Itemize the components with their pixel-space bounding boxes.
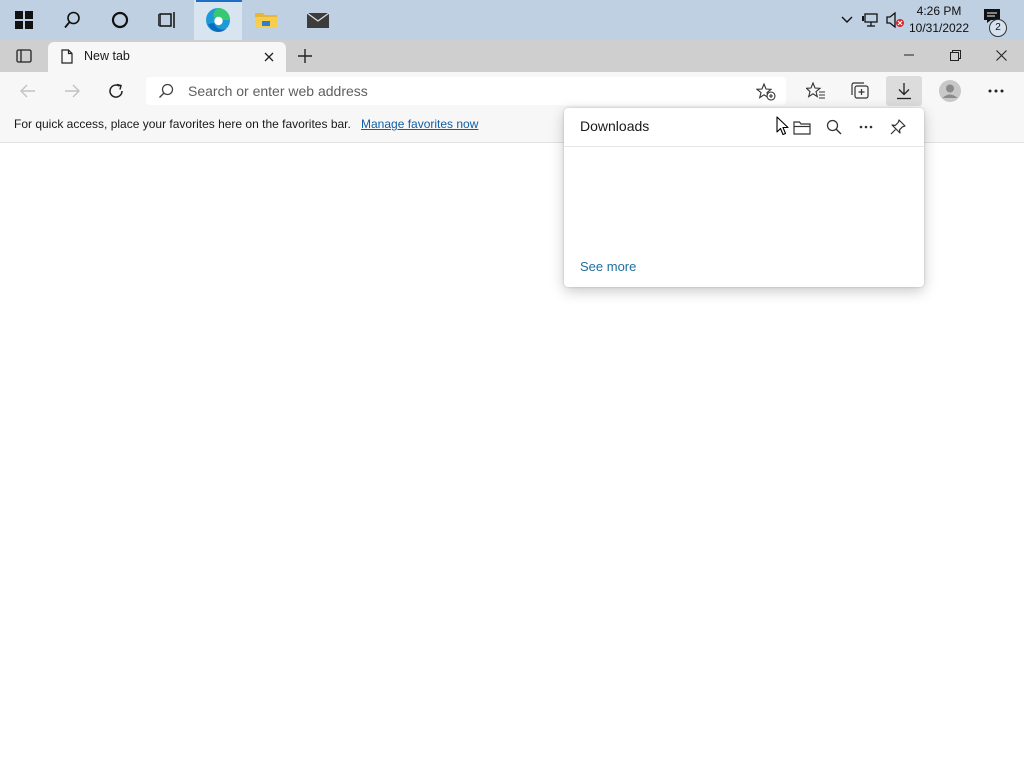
downloads-more-options-button[interactable] xyxy=(852,114,880,140)
chevron-up-icon xyxy=(841,16,853,23)
restore-icon xyxy=(949,49,961,61)
file-explorer-button[interactable] xyxy=(242,0,290,40)
system-clock[interactable]: 4:26 PM 10/31/2022 xyxy=(905,3,973,37)
search-icon xyxy=(64,11,80,29)
downloads-button[interactable] xyxy=(886,76,922,106)
edge-taskbar-button[interactable] xyxy=(194,0,242,40)
settings-more-button[interactable] xyxy=(980,76,1012,106)
tab-actions-button[interactable] xyxy=(10,46,38,66)
tab-title: New tab xyxy=(84,49,130,63)
cortana-ring-icon xyxy=(111,11,129,29)
clock-time: 4:26 PM xyxy=(916,4,962,18)
avatar-icon xyxy=(939,80,961,102)
tab-new-tab[interactable]: New tab xyxy=(48,42,286,72)
address-placeholder: Search or enter web address xyxy=(188,83,368,99)
task-view-button[interactable] xyxy=(144,0,192,40)
taskbar-search-button[interactable] xyxy=(48,0,96,40)
favorites-bar-hint: For quick access, place your favorites h… xyxy=(14,117,351,131)
minimize-icon xyxy=(904,54,914,56)
manage-favorites-link[interactable]: Manage favorites now xyxy=(361,117,478,131)
start-button[interactable] xyxy=(0,0,48,40)
page-icon xyxy=(61,49,73,64)
open-downloads-folder-button[interactable] xyxy=(788,114,816,140)
collections-icon xyxy=(851,82,869,99)
windows-logo-icon xyxy=(15,11,33,29)
network-icon xyxy=(862,13,878,27)
close-tab-button[interactable] xyxy=(260,49,278,65)
network-tray-button[interactable] xyxy=(860,0,882,40)
back-button[interactable] xyxy=(12,76,44,106)
mail-icon xyxy=(306,12,330,28)
folder-icon xyxy=(793,120,811,135)
pin-icon xyxy=(890,119,906,135)
edge-icon xyxy=(206,8,230,32)
plus-icon xyxy=(298,49,312,63)
active-app-indicator xyxy=(196,0,242,2)
add-favorite-button[interactable] xyxy=(754,81,778,103)
restore-button[interactable] xyxy=(932,40,978,70)
downloads-panel: Downloads See more xyxy=(564,108,924,287)
profile-button[interactable] xyxy=(934,76,966,106)
notification-count-badge: 2 xyxy=(989,19,1007,37)
ellipsis-icon xyxy=(859,125,873,129)
download-icon xyxy=(897,83,911,100)
refresh-button[interactable] xyxy=(100,76,132,106)
folder-icon xyxy=(255,13,277,28)
search-icon xyxy=(826,119,842,135)
taskbar: 4:26 PM 10/31/2022 2 xyxy=(0,0,1024,40)
favorites-list-icon xyxy=(806,82,825,99)
refresh-icon xyxy=(109,83,123,98)
task-view-icon xyxy=(158,12,175,28)
show-hidden-icons-button[interactable] xyxy=(838,0,856,40)
tab-actions-icon xyxy=(16,49,32,63)
arrow-left-icon xyxy=(20,84,35,98)
pin-downloads-button[interactable] xyxy=(884,114,912,140)
see-more-link[interactable]: See more xyxy=(580,259,636,274)
arrow-right-icon xyxy=(65,84,80,98)
search-downloads-button[interactable] xyxy=(820,114,848,140)
star-add-icon xyxy=(756,83,776,101)
favorites-button[interactable] xyxy=(800,76,832,106)
close-icon xyxy=(264,52,274,62)
collections-button[interactable] xyxy=(844,76,876,106)
minimize-button[interactable] xyxy=(886,40,932,70)
close-icon xyxy=(995,49,1007,61)
mouse-cursor-icon xyxy=(776,116,789,136)
ellipsis-icon xyxy=(988,89,1004,93)
downloads-divider xyxy=(564,146,924,147)
downloads-title: Downloads xyxy=(580,118,650,134)
forward-button[interactable] xyxy=(56,76,88,106)
search-icon xyxy=(159,83,174,98)
volume-muted-icon xyxy=(886,12,904,28)
mail-button[interactable] xyxy=(294,0,342,40)
clock-date: 10/31/2022 xyxy=(908,21,970,35)
address-bar[interactable]: Search or enter web address xyxy=(146,77,786,105)
cortana-button[interactable] xyxy=(96,0,144,40)
close-window-button[interactable] xyxy=(978,40,1024,70)
new-tab-button[interactable] xyxy=(292,44,318,68)
volume-tray-button[interactable] xyxy=(884,0,906,40)
